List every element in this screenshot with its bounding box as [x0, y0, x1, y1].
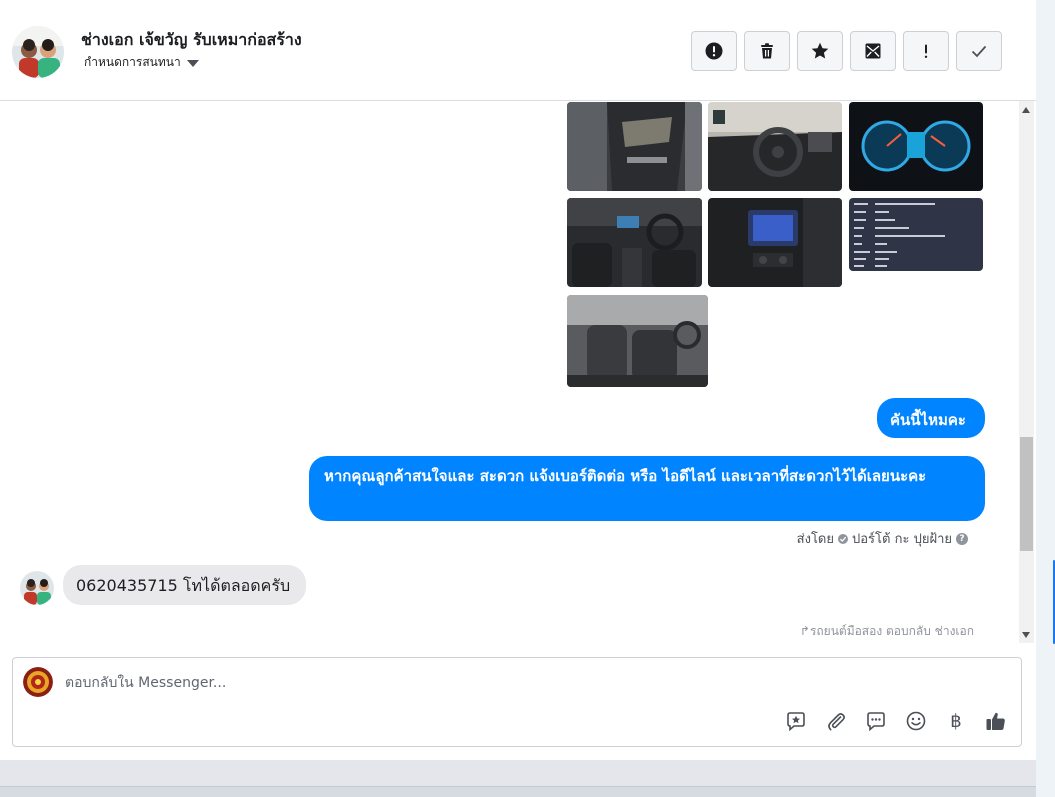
thread-scrollbar[interactable]	[1019, 101, 1034, 643]
conversation-settings-dropdown[interactable]: กำหนดการสนทนา	[84, 53, 199, 72]
scroll-thumb[interactable]	[1020, 437, 1033, 551]
sticker-button[interactable]	[783, 708, 809, 734]
sent-by-label: ส่งโดย	[796, 532, 834, 547]
mark-unread-button[interactable]	[850, 31, 896, 71]
emoji-icon	[906, 711, 926, 731]
report-button[interactable]	[691, 31, 737, 71]
exclamation-circle-icon	[705, 42, 723, 60]
composer-tools: ฿	[783, 708, 1009, 734]
mark-important-button[interactable]	[903, 31, 949, 71]
exclamation-icon	[924, 44, 928, 58]
emoji-button[interactable]	[903, 708, 929, 734]
payment-button[interactable]: ฿	[943, 708, 969, 734]
saved-reply-icon	[867, 712, 885, 732]
message-thread[interactable]: คันนี้ไหมคะ หากคุณลูกค้าสนใจและ สะดวก แจ…	[0, 101, 1018, 643]
like-button[interactable]	[983, 708, 1009, 734]
caret-down-icon	[186, 60, 199, 67]
scroll-up-arrow-icon[interactable]	[1022, 107, 1030, 113]
saved-replies-button[interactable]	[863, 708, 889, 734]
contact-avatar-small[interactable]	[20, 571, 54, 605]
taskbar	[0, 786, 1036, 797]
conversation-panel: ช่างเอก เจ้ขวัญ รับเหมาก่อสร้าง กำหนดการ…	[0, 0, 1036, 760]
reply-input[interactable]	[65, 668, 965, 698]
sender-name[interactable]: ปอร์โต้ กะ ปุยฝ้าย	[852, 528, 952, 549]
mark-done-button[interactable]	[956, 31, 1002, 71]
reply-note: ↱รถยนต์มือสอง ตอบกลับ ช่างเอก	[800, 622, 974, 641]
star-icon	[811, 42, 829, 59]
car-photo-console[interactable]	[708, 198, 842, 287]
verified-icon	[838, 533, 848, 544]
paperclip-icon	[828, 713, 845, 731]
car-photo-door[interactable]	[567, 102, 702, 191]
delete-button[interactable]	[744, 31, 790, 71]
star-button[interactable]	[797, 31, 843, 71]
contact-name[interactable]: ช่างเอก เจ้ขวัญ รับเหมาก่อสร้าง	[81, 28, 302, 53]
car-photo-spec-sheet[interactable]	[849, 198, 983, 271]
car-photo-interior[interactable]	[567, 198, 702, 287]
car-photo-dashboard[interactable]	[708, 102, 842, 191]
right-edge-strip	[1036, 0, 1055, 797]
page-avatar	[23, 667, 53, 697]
conversation-header: ช่างเอก เจ้ขวัญ รับเหมาก่อสร้าง กำหนดการ…	[0, 0, 1036, 101]
outgoing-message-2[interactable]: หากคุณลูกค้าสนใจและ สะดวก แจ้งเบอร์ติดต่…	[309, 456, 985, 521]
reply-arrow-icon: ↱	[799, 624, 810, 638]
outgoing-message-1[interactable]: คันนี้ไหมคะ	[877, 398, 985, 438]
trash-icon	[761, 43, 773, 59]
car-photo-gauges[interactable]	[849, 102, 983, 191]
message-composer: ฿	[12, 657, 1022, 747]
conversation-settings-label: กำหนดการสนทนา	[84, 55, 181, 69]
incoming-message[interactable]: 0620435715 โทได้ตลอดครับ	[63, 565, 306, 605]
baht-icon: ฿	[950, 710, 962, 732]
check-icon	[971, 45, 987, 58]
question-icon[interactable]: ?	[956, 532, 968, 545]
scroll-down-arrow-icon[interactable]	[1022, 632, 1030, 638]
contact-avatar[interactable]	[12, 26, 64, 78]
car-photo-seats[interactable]	[567, 295, 708, 387]
mark-unread-icon	[865, 43, 881, 59]
thumbs-up-icon	[986, 712, 1005, 730]
sent-by-line: ส่งโดย ปอร์โต้ กะ ปุยฝ้าย ?	[797, 528, 968, 549]
sticker-icon	[787, 712, 805, 732]
attach-button[interactable]	[823, 708, 849, 734]
header-actions	[691, 31, 1002, 71]
reply-note-text: รถยนต์มือสอง ตอบกลับ ช่างเอก	[809, 624, 974, 638]
